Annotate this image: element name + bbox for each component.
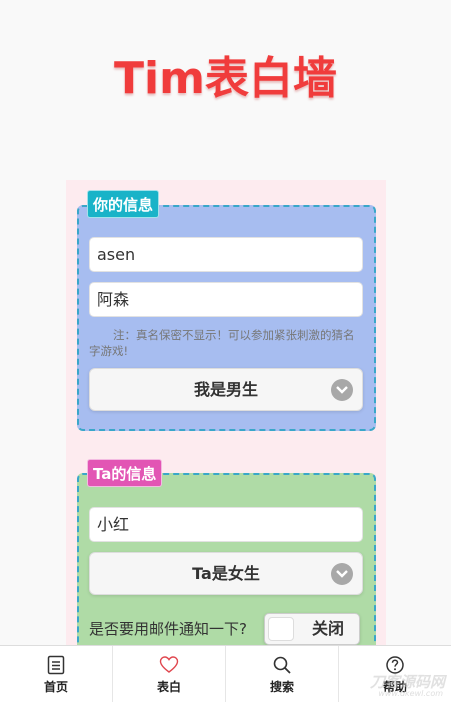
your-nickname-input[interactable]: asen	[89, 237, 363, 272]
realname-note: 注：真名保密不显示！可以参加紧张刺激的猜名字游戏!	[89, 328, 355, 358]
toggle-knob	[268, 617, 294, 641]
chevron-down-icon	[331, 379, 353, 401]
ta-info-legend: Ta的信息	[87, 459, 163, 487]
your-info-legend: 你的信息	[87, 190, 160, 218]
toggle-state-text: 关闭	[311, 619, 344, 638]
your-gender-value: 我是男生	[193, 380, 258, 399]
email-notify-label: 是否要用邮件通知一下?	[89, 620, 247, 638]
tab-confess-label: 表白	[156, 680, 181, 694]
chevron-down-icon	[331, 563, 353, 585]
ta-name-input[interactable]: 小红	[89, 507, 363, 542]
document-icon	[47, 655, 65, 675]
page: Tim表白墙 你的信息 asen 阿森 注：真名保密不显示！可以参加紧张刺激的猜…	[0, 0, 451, 702]
email-notify-toggle[interactable]: 关闭	[264, 613, 360, 645]
your-gender-select[interactable]: 我是男生	[89, 368, 363, 411]
your-realname-input[interactable]: 阿森	[89, 282, 363, 317]
tab-search-label: 搜索	[269, 680, 294, 694]
ta-gender-value: Ta是女生	[192, 564, 260, 583]
search-icon	[273, 656, 291, 674]
tab-confess[interactable]: 表白	[113, 646, 226, 702]
ta-gender-select[interactable]: Ta是女生	[89, 552, 363, 595]
tab-search[interactable]: 搜索	[226, 646, 339, 702]
heart-icon	[159, 656, 179, 673]
tab-home-label: 首页	[43, 680, 68, 694]
tab-home[interactable]: 首页	[0, 646, 113, 702]
watermark-url: www.dkewl.com	[378, 689, 443, 698]
page-title: Tim表白墙	[114, 53, 337, 104]
